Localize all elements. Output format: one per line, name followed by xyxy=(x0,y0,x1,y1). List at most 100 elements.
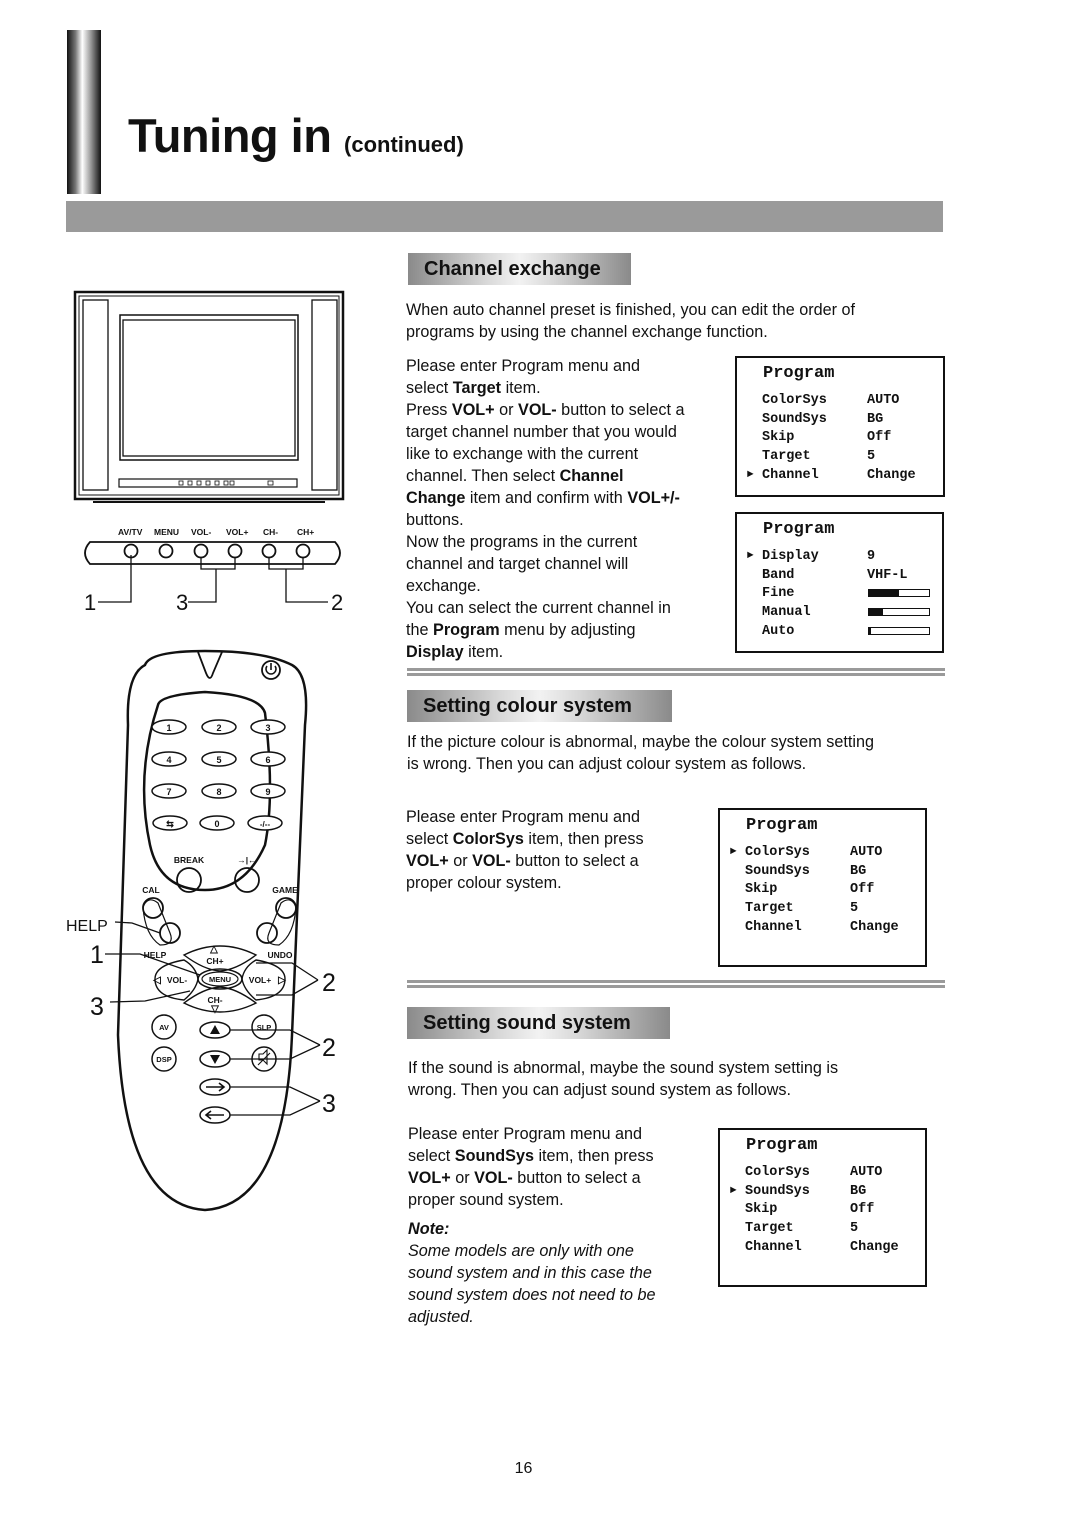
remote-callout-help: HELP xyxy=(66,918,108,935)
label-help: HELP xyxy=(144,950,167,960)
text-line: Please enter Program menu and xyxy=(408,1125,642,1143)
osd-level-bar xyxy=(868,626,930,635)
tv-button-panel xyxy=(84,541,341,603)
selection-pointer-icon: ► xyxy=(747,550,754,562)
osd-menu-title: Program xyxy=(763,364,835,383)
header-rule xyxy=(66,201,943,232)
text-line: Now the programs in the current xyxy=(406,533,638,551)
power-icon xyxy=(265,663,277,675)
osd-menu-title: Program xyxy=(746,816,818,835)
osd-menu-row: Skip Off xyxy=(720,1200,925,1219)
page-title-subtitle: (continued) xyxy=(344,132,464,157)
freeze-icon: →|← xyxy=(237,855,256,865)
selection-pointer-icon: ► xyxy=(730,846,737,858)
cal-help-pod xyxy=(142,899,172,946)
osd-row-label: SoundSys xyxy=(745,863,810,879)
text-line: select ColorSys item, then press xyxy=(406,830,644,848)
tv-screen-bezel xyxy=(119,314,299,461)
tv-button-ch-minus xyxy=(261,543,277,559)
osd-menu-row: ColorSys AUTO xyxy=(720,1163,925,1182)
remote-callout-3-left: 3 xyxy=(90,993,104,1021)
text-line: the Program menu by adjusting xyxy=(406,621,636,639)
label-menu: MENU xyxy=(209,975,231,984)
digit-label-6: 6 xyxy=(265,755,270,765)
note-line: adjusted. xyxy=(408,1308,474,1326)
osd-menu-title: Program xyxy=(746,1136,818,1155)
callout-line-2 xyxy=(285,569,328,603)
osd-row-label: SoundSys xyxy=(745,1183,810,1199)
tv-button-ch-plus xyxy=(295,543,311,559)
osd-menu-title: Program xyxy=(763,520,835,539)
osd-menu-row: Band VHF-L xyxy=(737,566,942,585)
tv-cabinet-inner xyxy=(78,295,340,496)
osd-menu-row: Channel Change xyxy=(720,918,925,937)
osd-row-label: Channel xyxy=(745,1239,802,1255)
intro-line: is wrong. Then you can adjust colour sys… xyxy=(407,755,807,773)
osd-menu-colorsys: Program ► ColorSys AUTO SoundSys BG Skip Off Tar… xyxy=(718,808,927,967)
note-line: Some models are only with one xyxy=(408,1242,634,1260)
osd-row-value: Change xyxy=(867,467,916,483)
tv-callout-3: 3 xyxy=(176,590,188,615)
osd-row-value: BG xyxy=(850,1183,867,1199)
page-number: 16 xyxy=(514,1460,533,1477)
callout-line-3 xyxy=(188,569,217,603)
label-ch-plus: CH+ xyxy=(206,956,223,966)
remote-body xyxy=(116,649,308,1212)
osd-row-label: Target xyxy=(745,901,794,917)
osd-row-label: Band xyxy=(762,567,795,583)
vol-left-icon: ◁ xyxy=(152,975,161,986)
text-line: channel. Then select Channel xyxy=(406,467,624,485)
tv-button-menu xyxy=(158,543,174,559)
tv-front-panel-illustration: AV/TV MENU VOL- VOL+ CH- CH+ 1 3 2 xyxy=(73,290,345,615)
digit-label-4: 4 xyxy=(166,755,171,765)
digit-label-9: 9 xyxy=(265,787,270,797)
label-av: AV xyxy=(159,1023,169,1032)
text-line: channel and target channel will xyxy=(406,555,629,573)
arrow-right-icon xyxy=(206,1082,226,1092)
tv-control-strip xyxy=(118,478,298,488)
osd-menu-channel: Program ColorSys AUTO SoundSys BG Skip Off Targ… xyxy=(735,356,945,497)
digit-label-7: 7 xyxy=(166,787,171,797)
digit-label-5: 5 xyxy=(216,755,221,765)
section-divider xyxy=(407,668,945,676)
osd-menu-row: Channel Change xyxy=(720,1238,925,1257)
ch-up-icon: △ xyxy=(209,944,218,955)
tv-label-ch-plus: CH+ xyxy=(297,527,314,537)
osd-menu-display: Program ► Display 9 Band VHF-L Fine Manual Auto xyxy=(735,512,944,653)
label-vol-minus: VOL- xyxy=(167,975,187,985)
vol-right-icon: ▷ xyxy=(277,975,287,986)
tv-callout-1: 1 xyxy=(84,590,96,615)
channel-exchange-steps: Please enter Program menu and select Targ… xyxy=(406,355,726,663)
osd-row-label: Skip xyxy=(762,430,795,446)
label-vol-plus: VOL+ xyxy=(249,975,271,985)
osd-row-label: SoundSys xyxy=(762,411,827,427)
text-line: Please enter Program menu and xyxy=(406,808,640,826)
text-line: VOL+ or VOL- button to select a xyxy=(408,1169,641,1187)
text-line: Press VOL+ or VOL- button to select a xyxy=(406,401,685,419)
digit-label-3: 3 xyxy=(265,723,270,733)
section-heading-channel-exchange: Channel exchange xyxy=(408,253,631,285)
tv-button-vol-minus xyxy=(193,543,209,559)
tv-speaker-right xyxy=(311,299,338,491)
osd-row-label: Display xyxy=(762,549,819,564)
colour-system-steps: Please enter Program menu and select Colo… xyxy=(406,806,706,894)
digit-keys xyxy=(151,719,286,831)
osd-row-label: ColorSys xyxy=(762,393,827,408)
osd-level-bar xyxy=(868,608,930,617)
tv-label-avtv: AV/TV xyxy=(118,527,143,537)
page-title-main: Tuning in xyxy=(128,109,332,162)
remote-callout-1: 1 xyxy=(90,941,104,969)
osd-row-value: Off xyxy=(850,882,875,898)
tv-callout-2: 2 xyxy=(331,590,343,615)
intro-line: When auto channel preset is finished, yo… xyxy=(406,301,856,319)
text-line: select Target item. xyxy=(406,379,541,397)
osd-menu-row: ► ColorSys AUTO xyxy=(720,843,925,862)
tv-set xyxy=(73,290,345,503)
osd-menu-row: Target 5 xyxy=(720,899,925,918)
digit-label-2: 2 xyxy=(216,723,221,733)
undo-button[interactable] xyxy=(256,922,278,944)
tv-button-vol-plus xyxy=(227,543,243,559)
osd-row-value: 9 xyxy=(867,549,876,564)
osd-menu-row: Target 5 xyxy=(720,1219,925,1238)
osd-row-value: Change xyxy=(850,919,899,935)
